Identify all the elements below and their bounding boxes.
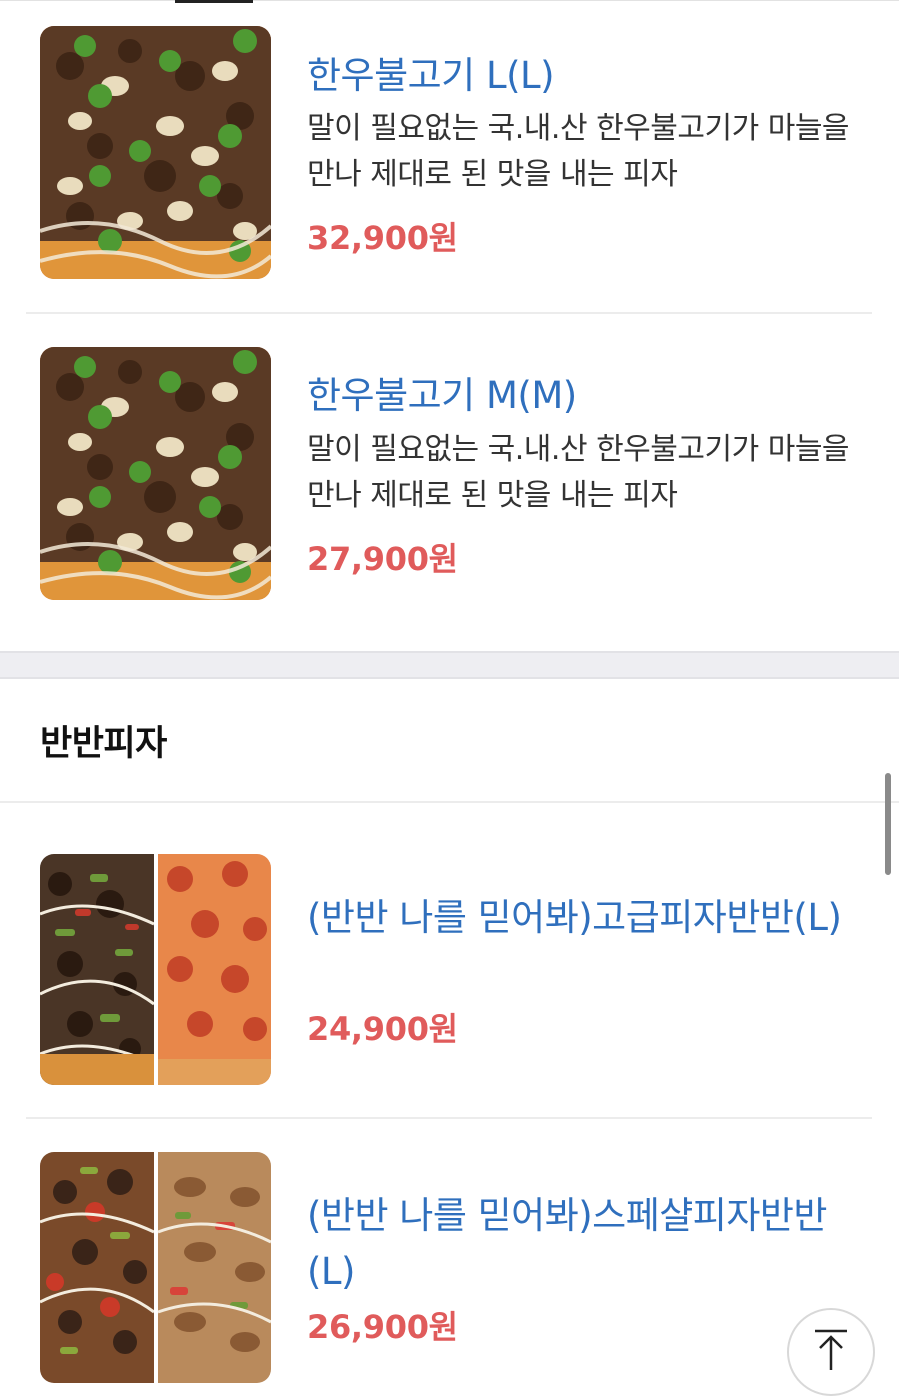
menu-item-description: 말이 필요없는 국.내.산 한우불고기가 마늘을 만나 제대로 된 맛을 내는 … (307, 111, 850, 192)
menu-item-hanwoo-bulgogi-m[interactable]: 한우불고기 M(M) 말이 필요없는 국.내.산 한우불고기가 마늘을 만나 제… (0, 314, 899, 651)
scroll-to-top-button[interactable] (787, 1308, 875, 1396)
menu-item-special-half-half[interactable]: (반반 나를 믿어봐)스페샬피자반반(L) 26,900원 (0, 1119, 899, 1396)
arrow-up-to-top-icon (811, 1328, 851, 1376)
scrollbar[interactable] (885, 773, 891, 875)
menu-item-premium-half-half[interactable]: (반반 나를 믿어봐)고급피자반반(L) 24,900원 (0, 803, 899, 1117)
menu-item-name: (반반 나를 믿어봐)스페샬피자반반(L) (307, 1194, 827, 1293)
bulgogi-pizza-image (40, 26, 271, 279)
menu-item-price: 32,900원 (307, 219, 458, 257)
section-separator (0, 651, 899, 679)
menu-page: 한우불고기 L(L) 말이 필요없는 국.내.산 한우불고기가 마늘을 만나 제… (0, 0, 899, 1396)
menu-item-name: 한우불고기 M(M) (307, 374, 577, 417)
bulgogi-pizza-image (40, 347, 271, 600)
menu-item-price: 27,900원 (307, 540, 458, 578)
half-half-pizza-image (40, 1152, 271, 1383)
menu-item-name: (반반 나를 믿어봐)고급피자반반(L) (307, 896, 842, 939)
menu-item-hanwoo-bulgogi-l[interactable]: 한우불고기 L(L) 말이 필요없는 국.내.산 한우불고기가 마늘을 만나 제… (0, 0, 899, 312)
menu-item-name: 한우불고기 L(L) (307, 54, 555, 97)
half-half-pizza-image (40, 854, 271, 1085)
menu-item-price: 26,900원 (307, 1308, 458, 1346)
section-title: 반반피자 (40, 724, 167, 764)
menu-item-description: 말이 필요없는 국.내.산 한우불고기가 마늘을 만나 제대로 된 맛을 내는 … (307, 432, 850, 513)
menu-item-price: 24,900원 (307, 1010, 458, 1048)
